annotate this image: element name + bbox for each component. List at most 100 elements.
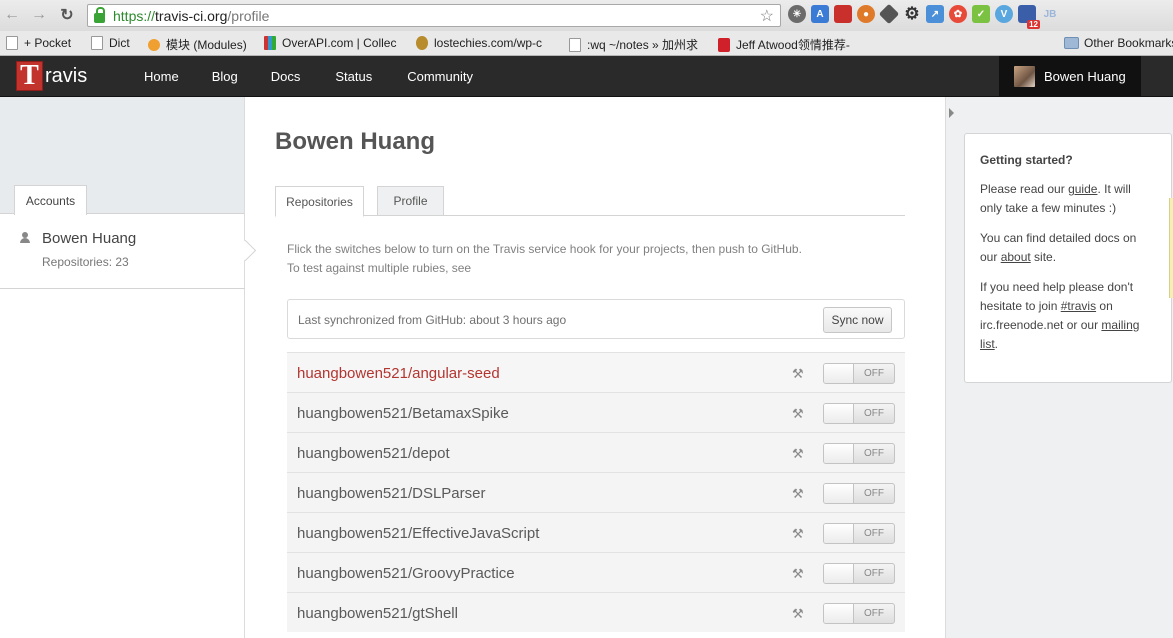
bookmark-label: :wq ~/notes » 加州求 <box>587 38 699 52</box>
bookmark-modules[interactable]: 模块 (Modules) <box>148 36 247 53</box>
spider-extension-icon[interactable]: ✳ <box>788 5 806 23</box>
profile-tabs: Repositories Profile <box>275 186 905 217</box>
page-icon <box>91 36 103 50</box>
help-text: Please read our <box>980 182 1069 196</box>
repo-name[interactable]: huangbowen521/BetamaxSpike <box>297 405 509 422</box>
tab-repositories[interactable]: Repositories <box>275 186 364 217</box>
bookmark-dict[interactable]: Dict <box>91 36 130 50</box>
forward-arrow-icon[interactable]: → <box>28 4 50 26</box>
tab-accounts[interactable]: Accounts <box>14 185 87 215</box>
help-paragraph: Please read our guide. It will only take… <box>980 180 1156 218</box>
hook-toggle[interactable]: OFF <box>823 603 895 624</box>
hook-toggle[interactable]: OFF <box>823 483 895 504</box>
address-bar[interactable]: https://travis-ci.org/profile ☆ <box>87 4 781 27</box>
wrench-icon[interactable]: ⚒ <box>792 486 806 501</box>
wrench-icon[interactable]: ⚒ <box>792 366 806 381</box>
nav-status[interactable]: Status <box>335 69 372 84</box>
site-header: T ravis Home Blog Docs Status Community … <box>0 56 1173 97</box>
hook-toggle[interactable]: OFF <box>823 563 895 584</box>
wrench-icon[interactable]: ⚒ <box>792 446 806 461</box>
getting-started-box: Getting started? Please read our guide. … <box>964 133 1172 383</box>
jb-extension-icon[interactable]: JB <box>1041 5 1059 23</box>
nav-docs[interactable]: Docs <box>271 69 301 84</box>
intro-line-2: To test against multiple rubies, see <box>287 261 472 275</box>
wrench-icon[interactable]: ⚒ <box>792 566 806 581</box>
repo-row: huangbowen521/GroovyPractice ⚒ OFF <box>287 552 905 592</box>
about-link[interactable]: about <box>1001 250 1031 264</box>
browser-toolbar: ← → ↻ https://travis-ci.org/profile ☆ ✳ … <box>0 0 1173 31</box>
check-extension-icon[interactable]: ✓ <box>972 5 990 23</box>
repo-name[interactable]: huangbowen521/depot <box>297 445 450 462</box>
repo-name[interactable]: huangbowen521/gtShell <box>297 605 458 622</box>
sync-now-button[interactable]: Sync now <box>823 307 892 333</box>
nav-home[interactable]: Home <box>144 69 179 84</box>
badge-extension-icon[interactable]: 12 <box>1018 5 1040 29</box>
repo-row: huangbowen521/gtShell ⚒ OFF <box>287 592 905 632</box>
bookmark-label: OverAPI.com | Collec <box>282 36 397 50</box>
bookmark-star-icon[interactable]: ☆ <box>760 6 774 26</box>
repo-row: huangbowen521/EffectiveJavaScript ⚒ OFF <box>287 512 905 552</box>
bookmark-label: 模块 (Modules) <box>166 38 247 52</box>
arrow-extension-icon[interactable]: ↗ <box>926 5 944 23</box>
hook-toggle[interactable]: OFF <box>823 523 895 544</box>
weibo-extension-icon[interactable]: ✿ <box>949 5 967 23</box>
v-extension-icon[interactable]: V <box>995 5 1013 23</box>
nav-community[interactable]: Community <box>407 69 473 84</box>
url-path: /profile <box>227 7 270 24</box>
c-logo-icon <box>718 37 730 52</box>
toggle-state: OFF <box>864 488 884 499</box>
right-sidebar: Getting started? Please read our guide. … <box>945 97 1173 638</box>
intro-line-1: Flick the switches below to turn on the … <box>287 242 802 256</box>
translate-extension-icon[interactable]: A <box>811 5 829 23</box>
bookmark-pocket[interactable]: + Pocket <box>6 36 71 50</box>
toggle-knob <box>824 364 854 383</box>
wrench-icon[interactable]: ⚒ <box>792 526 806 541</box>
other-bookmarks[interactable]: Other Bookmarks <box>1064 36 1173 50</box>
back-arrow-icon[interactable]: ← <box>1 4 23 26</box>
repo-row: huangbowen521/DSLParser ⚒ OFF <box>287 472 905 512</box>
nav-blog[interactable]: Blog <box>212 69 238 84</box>
hook-toggle[interactable]: OFF <box>823 363 895 384</box>
help-text: . <box>994 337 999 351</box>
toggle-knob <box>824 564 854 583</box>
tab-profile[interactable]: Profile <box>377 186 444 216</box>
other-bookmarks-label: Other Bookmarks <box>1084 36 1173 50</box>
account-item[interactable]: Bowen Huang Repositories: 23 <box>0 215 257 289</box>
folder-icon <box>1064 37 1079 49</box>
collapse-arrow-icon[interactable] <box>949 108 954 118</box>
toggle-state: OFF <box>864 608 884 619</box>
irc-channel-link[interactable]: #travis <box>1061 299 1096 313</box>
diamond-extension-icon[interactable] <box>878 3 900 25</box>
repo-row: huangbowen521/BetamaxSpike ⚒ OFF <box>287 392 905 432</box>
bookmark-notes[interactable]: :wq ~/notes » 加州求 <box>569 36 703 53</box>
hook-toggle[interactable]: OFF <box>823 443 895 464</box>
bookmark-lostechies[interactable]: lostechies.com/wp-c <box>416 36 554 50</box>
user-menu[interactable]: Bowen Huang <box>999 56 1141 97</box>
logo-text: ravis <box>45 64 88 87</box>
wrench-icon[interactable]: ⚒ <box>792 606 806 621</box>
repo-name[interactable]: huangbowen521/GroovyPractice <box>297 565 515 582</box>
hook-toggle[interactable]: OFF <box>823 403 895 424</box>
reload-icon[interactable]: ↻ <box>56 4 78 26</box>
repo-name[interactable]: huangbowen521/EffectiveJavaScript <box>297 525 539 542</box>
repo-row: huangbowen521/angular-seed ⚒ OFF <box>287 352 905 392</box>
bookmarks-bar: + Pocket Dict 模块 (Modules) OverAPI.com |… <box>0 31 1173 56</box>
guide-link[interactable]: guide <box>1068 182 1097 196</box>
toggle-knob <box>824 484 854 503</box>
wrench-icon[interactable]: ⚒ <box>792 406 806 421</box>
bookmark-overapi[interactable]: OverAPI.com | Collec <box>264 36 404 50</box>
repo-list: huangbowen521/angular-seed ⚒ OFF huangbowen… <box>287 352 905 632</box>
lostechies-icon <box>416 36 428 50</box>
repo-name[interactable]: huangbowen521/angular-seed <box>297 365 500 382</box>
repo-name[interactable]: huangbowen521/DSLParser <box>297 485 485 502</box>
gear-icon[interactable]: ⚙ <box>903 4 921 23</box>
toggle-state: OFF <box>864 448 884 459</box>
side-note-tab[interactable] <box>1169 198 1173 298</box>
pdf-extension-icon[interactable] <box>834 5 852 23</box>
orange-extension-icon[interactable]: ● <box>857 5 875 23</box>
travis-logo[interactable]: T ravis <box>16 60 88 91</box>
bookmark-atwood[interactable]: Jeff Atwood领情推荐- <box>718 36 856 53</box>
page-title: Bowen Huang <box>275 128 435 155</box>
avatar <box>1014 66 1035 87</box>
account-repo-count: Repositories: 23 <box>42 255 129 269</box>
